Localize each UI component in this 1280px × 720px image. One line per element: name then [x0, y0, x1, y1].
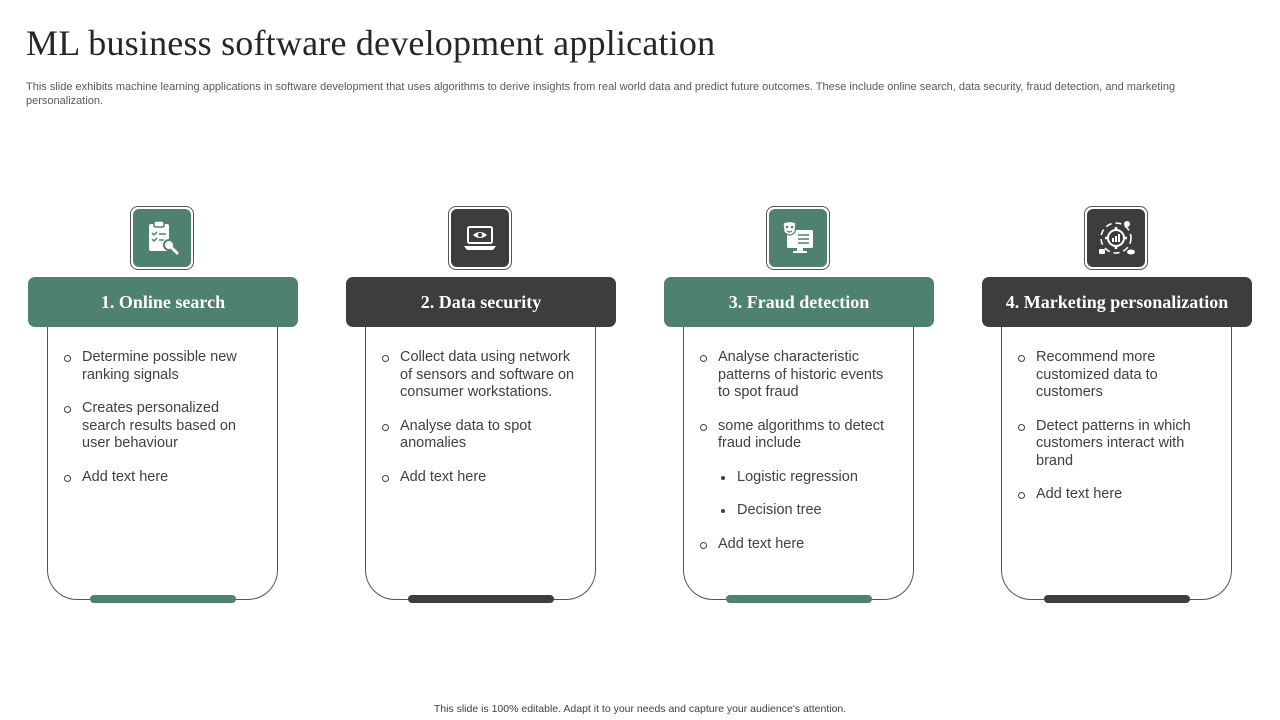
list-item: Determine possible new ranking signals — [64, 349, 259, 384]
bottom-accent-bar — [1044, 595, 1190, 603]
card-header: 2. Data security — [346, 277, 616, 327]
bottom-accent-bar — [726, 595, 872, 603]
sub-list-item: Logistic regression — [721, 469, 895, 487]
slide-title: ML business software development applica… — [26, 23, 716, 63]
card-body: Analyse characteristic patterns of histo… — [683, 327, 914, 600]
card-header: 4. Marketing personalization — [982, 277, 1252, 327]
laptop-eye-icon — [451, 209, 509, 267]
list-item: Analyse characteristic patterns of histo… — [700, 349, 895, 402]
list-item: Add text here — [1018, 486, 1213, 504]
icon-frame — [1084, 206, 1148, 270]
card-header: 1. Online search — [28, 277, 298, 327]
bottom-accent-bar — [90, 595, 236, 603]
clipboard-search-icon — [133, 209, 191, 267]
card-header: 3. Fraud detection — [664, 277, 934, 327]
slide-subtitle: This slide exhibits machine learning app… — [26, 81, 1176, 107]
list-item: Recommend more customized data to custom… — [1018, 349, 1213, 402]
card-online-search: 1. Online search Determine possible new … — [28, 206, 300, 606]
marketing-gear-icon — [1087, 209, 1145, 267]
sub-list-item: Decision tree — [721, 502, 895, 520]
card-body: Collect data using network of sensors an… — [365, 327, 596, 600]
icon-frame — [448, 206, 512, 270]
bottom-accent-bar — [408, 595, 554, 603]
icon-frame — [130, 206, 194, 270]
list-item: Detect patterns in which customers inter… — [1018, 418, 1213, 471]
list-item: Analyse data to spot anomalies — [382, 418, 577, 453]
card-data-security: 2. Data security Collect data using netw… — [346, 206, 618, 606]
mask-monitor-icon — [769, 209, 827, 267]
card-body: Determine possible new ranking signals C… — [47, 327, 278, 600]
icon-frame — [766, 206, 830, 270]
list-item: Add text here — [64, 469, 259, 487]
list-item: Creates personalized search results base… — [64, 400, 259, 453]
list-item: Add text here — [382, 469, 577, 487]
card-body: Recommend more customized data to custom… — [1001, 327, 1232, 600]
card-fraud-detection: 3. Fraud detection Analyse characteristi… — [664, 206, 936, 606]
list-item: some algorithms to detect fraud include — [700, 418, 895, 453]
list-item: Collect data using network of sensors an… — [382, 349, 577, 402]
card-marketing-personalization: 4. Marketing personalization Recommend m… — [982, 206, 1254, 606]
list-item: Add text here — [700, 536, 895, 554]
slide-footer: This slide is 100% editable. Adapt it to… — [433, 703, 847, 715]
